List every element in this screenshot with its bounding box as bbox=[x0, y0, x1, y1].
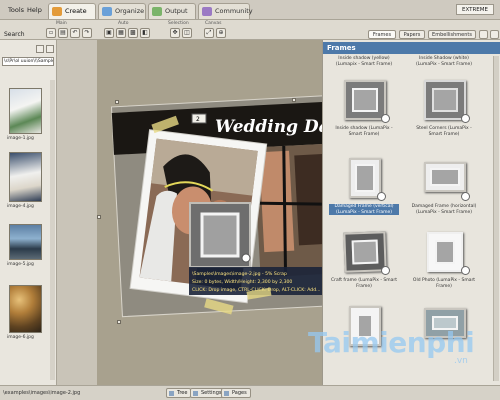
frame-label: Damaged Frame (horizontal) (LumaPix - Sm… bbox=[411, 204, 477, 215]
organize-icon bbox=[102, 7, 112, 16]
tab-frames[interactable]: Frames bbox=[368, 30, 396, 39]
watermark-logo: Taimienphi bbox=[308, 326, 475, 359]
thumbnail-label: image-1.jpg bbox=[7, 136, 34, 141]
thumbnail-image-4[interactable] bbox=[9, 152, 42, 202]
tab-organize[interactable]: Organize bbox=[98, 3, 146, 19]
community-icon bbox=[202, 7, 212, 16]
auto-fill-icon[interactable]: ▣ bbox=[104, 28, 114, 38]
resize-handle[interactable] bbox=[115, 100, 119, 104]
frame-item-selected[interactable]: Damaged Frame (vertical) (LumaPix - Smar… bbox=[329, 158, 399, 228]
output-icon bbox=[152, 7, 162, 16]
group-main-label: Main bbox=[56, 21, 67, 26]
select-all-icon[interactable]: ◫ bbox=[182, 28, 192, 38]
menubar: Tools Help Create Organize Output Commun… bbox=[0, 0, 500, 20]
toolbar: Main Auto Selection Canvas ▫ ▤ ↶ ↷ ▣ ▦ ▩… bbox=[0, 20, 500, 40]
edition-badge: EXTREME bbox=[456, 4, 494, 15]
auto-layout-icon[interactable]: ▩ bbox=[128, 28, 138, 38]
status-bar: \examples\images\image-2.jpg Tree Settin… bbox=[0, 385, 500, 400]
frame-label: Craft frame (LumaPix - Smart Frame) bbox=[330, 278, 398, 289]
resize-handle[interactable] bbox=[117, 320, 121, 324]
folder-path-field[interactable]: \s\Pr\ol uuion\\\Samples\\ bbox=[2, 57, 54, 66]
resize-handle[interactable] bbox=[292, 98, 296, 102]
tab-community-label: Community bbox=[215, 7, 253, 15]
resize-handle[interactable] bbox=[97, 215, 101, 219]
group-canvas-label: Canvas bbox=[205, 21, 222, 26]
frame-apply-icon[interactable] bbox=[461, 192, 470, 201]
thumbnail-label: image-5.jpg bbox=[7, 262, 34, 267]
frame-label: Inside shadow (LumaPix - Smart Frame) bbox=[335, 126, 393, 137]
collage-page[interactable]: Wedding Da 2 \Samples\Images\image-2.jpg… bbox=[97, 40, 322, 385]
frame-label: Damaged Frame (vertical) (LumaPix - Smar… bbox=[329, 204, 399, 215]
canvas-fit-icon[interactable]: ⤢ bbox=[204, 28, 214, 38]
thumbnail-label: image-6.jpg bbox=[7, 335, 34, 340]
frame-apply-icon[interactable] bbox=[461, 114, 470, 123]
tab-pages[interactable]: Pages bbox=[221, 388, 251, 398]
frame-item[interactable]: Craft frame (LumaPix - Smart Frame) bbox=[329, 231, 399, 302]
open-icon[interactable]: ▤ bbox=[58, 28, 68, 38]
search-label[interactable]: Search bbox=[4, 31, 25, 38]
panel-splitter[interactable] bbox=[57, 40, 97, 385]
create-icon bbox=[52, 7, 62, 16]
frames-scrollbar[interactable] bbox=[493, 56, 499, 381]
watermark-suffix: .vn bbox=[454, 356, 468, 366]
tab-create[interactable]: Create bbox=[48, 3, 96, 19]
folder-up-icon[interactable] bbox=[36, 45, 44, 53]
tab-output[interactable]: Output bbox=[148, 3, 196, 19]
frame-item[interactable]: Old Photo (LumaPix - Smart Frame) bbox=[409, 232, 479, 302]
tab-tree[interactable]: Tree bbox=[166, 388, 192, 398]
tab-community[interactable]: Community bbox=[198, 3, 253, 19]
frame-label: Inside shadow (yellow) (Lumapix - Smart … bbox=[335, 56, 393, 67]
frame-label: Old Photo (LumaPix - Smart Frame) bbox=[412, 278, 476, 289]
panel-pin-icon[interactable] bbox=[479, 30, 488, 39]
view-mode-icon[interactable] bbox=[46, 45, 54, 53]
tab-settings-label: Settings bbox=[201, 390, 222, 396]
auto-shuffle-icon[interactable]: ◧ bbox=[140, 28, 150, 38]
frame-apply-icon[interactable] bbox=[381, 266, 390, 275]
tab-pages-label: Pages bbox=[232, 390, 247, 396]
collage-title: Wedding Da bbox=[215, 117, 322, 137]
canvas-area[interactable]: Wedding Da 2 \Samples\Images\image-2.jpg… bbox=[97, 40, 322, 385]
thumbnail-label: image-4.jpg bbox=[7, 204, 34, 209]
tab-organize-label: Organize bbox=[115, 7, 145, 15]
new-icon[interactable]: ▫ bbox=[46, 28, 56, 38]
select-move-icon[interactable]: ✥ bbox=[170, 28, 180, 38]
status-path: \examples\images\image-2.jpg bbox=[3, 390, 81, 396]
tab-tree-label: Tree bbox=[177, 390, 188, 396]
frame-item[interactable]: Steel Corners (LumaPix - Smart Frame) bbox=[409, 80, 479, 150]
frame-apply-icon[interactable] bbox=[377, 192, 386, 201]
tab-embellishments[interactable]: Embellishments bbox=[428, 30, 476, 39]
tooltip-line-2: Size: 0 bytes, Width/Height: 2,300 by 2,… bbox=[192, 279, 292, 285]
frame-apply-icon[interactable] bbox=[381, 114, 390, 123]
image-browser-panel: Search \s\Pr\ol uuion\\\Samples\\ image-… bbox=[0, 31, 57, 385]
thumbnail-image-1[interactable] bbox=[9, 88, 42, 134]
undo-icon[interactable]: ↶ bbox=[70, 28, 80, 38]
thumbnail-scrollbar[interactable] bbox=[50, 80, 55, 380]
canvas-zoom-icon[interactable]: ⊕ bbox=[216, 28, 226, 38]
tab-create-label: Create bbox=[65, 7, 87, 15]
redo-icon[interactable]: ↷ bbox=[82, 28, 92, 38]
frames-panel-title: Frames bbox=[323, 42, 500, 54]
tooltip-line-1: \Samples\Images\image-2.jpg - 5% Scrap bbox=[192, 271, 287, 277]
menu-tools[interactable]: Tools bbox=[8, 6, 24, 14]
settings-icon bbox=[193, 391, 198, 396]
tab-papers[interactable]: Papers bbox=[399, 30, 425, 39]
tree-icon bbox=[169, 391, 174, 396]
group-selection-label: Selection bbox=[168, 21, 189, 26]
frame-apply-icon[interactable] bbox=[461, 266, 470, 275]
frame-item[interactable]: Inside shadow (LumaPix - Smart Frame) bbox=[329, 80, 399, 150]
thumbnail-image-5[interactable] bbox=[9, 224, 42, 260]
auto-grid-icon[interactable]: ▦ bbox=[116, 28, 126, 38]
frame-label: Steel Corners (LumaPix - Smart Frame) bbox=[416, 126, 472, 137]
page-number: 2 bbox=[196, 116, 200, 123]
tab-output-label: Output bbox=[165, 7, 188, 15]
group-auto-label: Auto bbox=[118, 21, 129, 26]
panel-close-icon[interactable] bbox=[490, 30, 499, 39]
frame-item[interactable]: Damaged Frame (horizontal) (LumaPix - Sm… bbox=[409, 158, 479, 228]
pages-icon bbox=[224, 391, 229, 396]
frame-label: Inside Shadow (white) (LumaPix - Smart F… bbox=[415, 56, 472, 67]
menu-help[interactable]: Help bbox=[27, 6, 42, 14]
thumbnail-image-6[interactable] bbox=[9, 285, 42, 333]
